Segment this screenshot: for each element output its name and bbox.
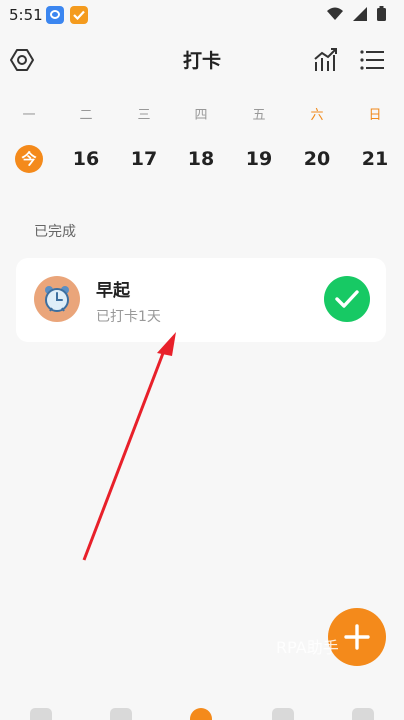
app-header: 打卡 xyxy=(0,38,404,82)
bottom-nav xyxy=(0,708,404,720)
weekday-label: 日 xyxy=(368,108,382,123)
checkmark-notification-icon xyxy=(70,6,88,24)
nav-item-4[interactable] xyxy=(272,708,294,720)
system-icons xyxy=(327,6,386,21)
habit-name: 早起 xyxy=(96,281,130,301)
app-notification-icon xyxy=(46,6,64,24)
weekday-label: 四 xyxy=(194,108,208,123)
nav-item-checkin[interactable] xyxy=(190,708,212,720)
completed-section-label: 已完成 xyxy=(34,224,76,240)
date-cell[interactable]: 18 xyxy=(181,142,221,176)
chart-trend-icon xyxy=(314,48,337,71)
weekday-label: 五 xyxy=(252,108,266,123)
date-cell[interactable]: 17 xyxy=(124,142,164,176)
checkin-button[interactable] xyxy=(324,276,370,322)
weekday-label: 一 xyxy=(22,108,36,123)
alarm-clock-icon xyxy=(34,276,80,322)
signal-icon xyxy=(353,6,367,21)
date-cell[interactable]: 19 xyxy=(239,142,279,176)
nav-item-5[interactable] xyxy=(352,708,374,720)
nav-item-1[interactable] xyxy=(30,708,52,720)
plus-icon xyxy=(344,624,370,650)
habit-card[interactable]: 早起 已打卡1天 xyxy=(16,258,386,342)
watermark-text: RPA助手 xyxy=(276,638,339,657)
status-bar: 5:51 xyxy=(0,0,404,32)
battery-icon xyxy=(377,6,386,21)
page-title: 打卡 xyxy=(182,50,221,72)
habit-status: 已打卡1天 xyxy=(96,309,161,325)
weekday-label: 二 xyxy=(79,108,93,123)
weekday-row: 一 二 三 四 五 六 日 xyxy=(0,104,404,124)
date-row: 今 16 17 18 19 20 21 xyxy=(0,142,404,176)
today-date[interactable]: 今 xyxy=(15,145,43,173)
nav-item-2[interactable] xyxy=(110,708,132,720)
date-cell[interactable]: 20 xyxy=(297,142,337,176)
date-cell[interactable]: 16 xyxy=(66,142,106,176)
list-menu-button[interactable] xyxy=(356,44,388,76)
checkmark-icon xyxy=(335,290,359,308)
weekday-label: 三 xyxy=(137,108,151,123)
list-icon xyxy=(360,50,384,70)
status-time: 5:51 xyxy=(9,6,43,24)
statistics-button[interactable] xyxy=(310,44,342,76)
date-cell[interactable]: 21 xyxy=(355,142,395,176)
weekday-label: 六 xyxy=(310,108,324,123)
wifi-icon xyxy=(327,7,343,20)
